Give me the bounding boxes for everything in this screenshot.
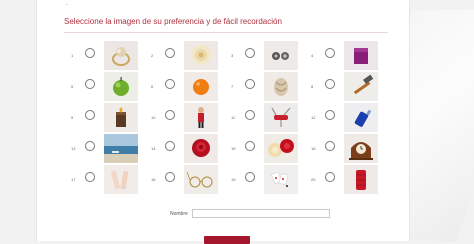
option-1[interactable]: 1 [71, 40, 151, 71]
option-17[interactable]: 17 [71, 164, 151, 195]
candle-icon[interactable] [104, 103, 138, 132]
option-number: 4 [311, 53, 314, 58]
option-8[interactable]: 8 [311, 71, 391, 102]
submit-button[interactable] [204, 236, 250, 244]
option-number: 7 [231, 84, 234, 89]
option-radio[interactable] [165, 110, 175, 120]
corner-mark: - [66, 2, 68, 8]
option-radio[interactable] [245, 172, 255, 182]
option-radio[interactable] [245, 48, 255, 58]
green-apple-icon[interactable] [104, 72, 138, 101]
name-form-row: Nombre [170, 209, 330, 218]
option-16[interactable]: 16 [311, 133, 391, 164]
option-number: 14 [151, 146, 156, 151]
white-flower-icon[interactable] [184, 41, 218, 70]
option-radio[interactable] [245, 110, 255, 120]
option-number: 5 [71, 84, 74, 89]
ring-icon[interactable] [104, 41, 138, 70]
option-15[interactable]: 15 [231, 133, 311, 164]
option-2[interactable]: 2 [151, 40, 231, 71]
blue-bottle-icon[interactable] [344, 103, 378, 132]
option-number: 9 [71, 115, 74, 120]
option-radio[interactable] [85, 110, 95, 120]
orange-icon[interactable] [184, 72, 218, 101]
option-4[interactable]: 4 [311, 40, 391, 71]
option-radio[interactable] [165, 79, 175, 89]
doll-icon[interactable] [184, 103, 218, 132]
option-3[interactable]: 3 [231, 40, 311, 71]
option-12[interactable]: 12 [311, 102, 391, 133]
option-radio[interactable] [245, 141, 255, 151]
option-5[interactable]: 5 [71, 71, 151, 102]
option-9[interactable]: 9 [71, 102, 151, 133]
option-20[interactable]: 20 [311, 164, 391, 195]
option-radio[interactable] [325, 79, 335, 89]
option-number: 11 [231, 115, 236, 120]
seashell-icon[interactable] [264, 72, 298, 101]
option-number: 3 [231, 53, 234, 58]
beach-icon[interactable] [104, 134, 138, 163]
option-number: 13 [71, 146, 76, 151]
option-10[interactable]: 10 [151, 102, 231, 133]
name-input[interactable] [191, 209, 330, 218]
name-label: Nombre [170, 210, 188, 217]
option-number: 15 [231, 146, 236, 151]
option-number: 2 [151, 53, 154, 58]
option-number: 16 [311, 146, 316, 151]
option-radio[interactable] [325, 110, 335, 120]
image-options-grid: 1 2 3 4 5 6 7 8 9 10 11 12 13 14 15 16 1… [71, 40, 391, 195]
page-title: Seleccione la imagen de su preferencia y… [64, 17, 388, 33]
option-number: 1 [71, 53, 74, 58]
option-6[interactable]: 6 [151, 71, 231, 102]
option-number: 18 [151, 177, 156, 182]
option-radio[interactable] [325, 48, 335, 58]
option-number: 8 [311, 84, 314, 89]
option-number: 17 [71, 177, 76, 182]
option-11[interactable]: 11 [231, 102, 311, 133]
earrings-icon[interactable] [264, 41, 298, 70]
option-number: 10 [151, 115, 156, 120]
option-radio[interactable] [85, 141, 95, 151]
roses-icon[interactable] [264, 134, 298, 163]
clock-icon[interactable] [344, 134, 378, 163]
option-number: 12 [311, 115, 316, 120]
option-13[interactable]: 13 [71, 133, 151, 164]
option-radio[interactable] [325, 172, 335, 182]
option-radio[interactable] [325, 141, 335, 151]
option-radio[interactable] [245, 79, 255, 89]
purple-box-icon[interactable] [344, 41, 378, 70]
option-18[interactable]: 18 [151, 164, 231, 195]
hammer-icon[interactable] [344, 72, 378, 101]
red-rose-icon[interactable] [184, 134, 218, 163]
option-radio[interactable] [85, 172, 95, 182]
option-radio[interactable] [165, 48, 175, 58]
option-7[interactable]: 7 [231, 71, 311, 102]
option-radio[interactable] [85, 48, 95, 58]
option-14[interactable]: 14 [151, 133, 231, 164]
option-radio[interactable] [165, 172, 175, 182]
glasses-icon[interactable] [184, 165, 218, 194]
option-number: 6 [151, 84, 154, 89]
option-number: 19 [231, 177, 236, 182]
option-19[interactable]: 19 [231, 164, 311, 195]
tape-measure-icon[interactable] [104, 165, 138, 194]
option-radio[interactable] [165, 141, 175, 151]
red-cylinder-icon[interactable] [344, 165, 378, 194]
swiss-knife-icon[interactable] [264, 103, 298, 132]
option-number: 20 [311, 177, 316, 182]
option-radio[interactable] [85, 79, 95, 89]
playing-cards-icon[interactable] [264, 165, 298, 194]
